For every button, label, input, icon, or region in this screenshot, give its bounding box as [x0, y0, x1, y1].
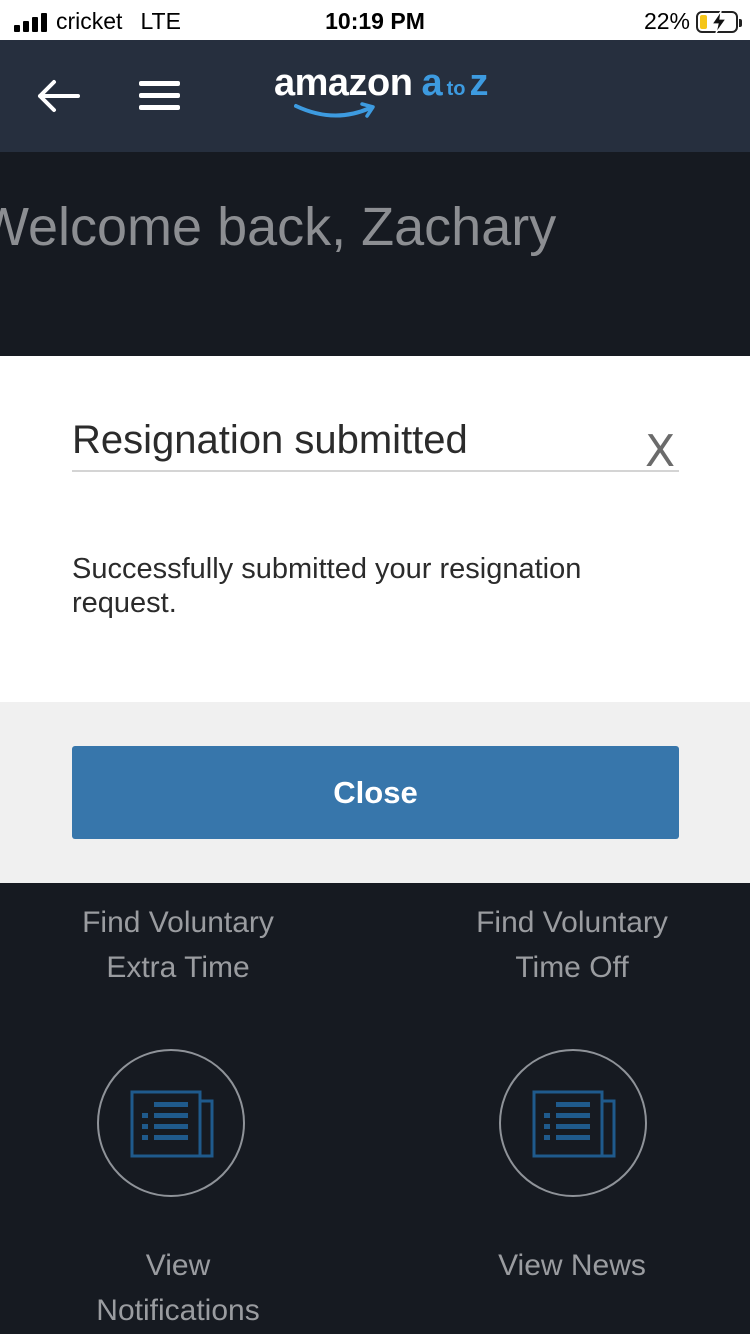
tile-view-news[interactable]: View News [422, 1243, 722, 1288]
tile-view-news-label: View News [498, 1249, 646, 1282]
tile-view-notifications[interactable]: View Notifications [28, 1243, 328, 1333]
resignation-modal: Resignation submitted X Successfully sub… [0, 356, 750, 883]
modal-message: Successfully submitted your resignation … [72, 553, 582, 619]
arrow-left-icon [38, 80, 80, 112]
tile-find-vet[interactable]: Find Voluntary Extra Time [28, 900, 328, 990]
tile-view-notifications-line2: Notifications [96, 1294, 260, 1327]
modal-body: Resignation submitted X Successfully sub… [0, 356, 750, 702]
modal-title: Resignation submitted [72, 418, 468, 462]
logo-z: z [469, 62, 489, 104]
hamburger-menu-icon [139, 81, 180, 110]
logo-to: to [446, 78, 466, 100]
menu-button[interactable] [138, 78, 182, 114]
close-button[interactable]: Close [72, 746, 679, 839]
modal-close-icon[interactable]: X [645, 430, 675, 474]
welcome-message: Welcome back, Zachary [0, 197, 557, 257]
charging-bolt-icon [710, 10, 728, 33]
logo-a: a [421, 62, 443, 104]
tile-find-vto[interactable]: Find Voluntary Time Off [422, 900, 722, 990]
amazon-atoz-logo: amazon a to z [274, 62, 489, 132]
logo-atoz-text: a to z [421, 62, 488, 105]
back-button[interactable] [36, 76, 84, 116]
battery-cap [739, 18, 742, 27]
status-right: 22% [643, 8, 742, 35]
app-header: amazon a to z [0, 40, 750, 152]
battery-level-fill [700, 14, 707, 29]
newspaper-icon [130, 1090, 214, 1158]
view-notifications-icon-button[interactable] [97, 1049, 245, 1197]
tile-find-vto-line1: Find Voluntary [476, 906, 668, 939]
tile-find-vet-line2: Extra Time [106, 951, 250, 984]
amazon-smile-icon [294, 102, 375, 118]
tile-view-notifications-line1: View [145, 1249, 211, 1282]
logo-amazon-text: amazon [274, 62, 413, 104]
app-screen: cricket LTE 10:19 PM 22% amazon a to z W… [0, 0, 750, 1334]
newspaper-icon [532, 1090, 616, 1158]
modal-footer: Close [0, 702, 750, 883]
tile-find-vet-line1: Find Voluntary [82, 906, 274, 939]
status-time: 10:19 PM [325, 8, 425, 34]
battery-icon [696, 10, 742, 33]
view-news-icon-button[interactable] [499, 1049, 647, 1197]
tile-find-vto-line2: Time Off [515, 951, 629, 984]
battery-percent: 22% [643, 8, 690, 34]
modal-divider [72, 470, 679, 472]
status-bar: cricket LTE 10:19 PM 22% [0, 0, 750, 40]
